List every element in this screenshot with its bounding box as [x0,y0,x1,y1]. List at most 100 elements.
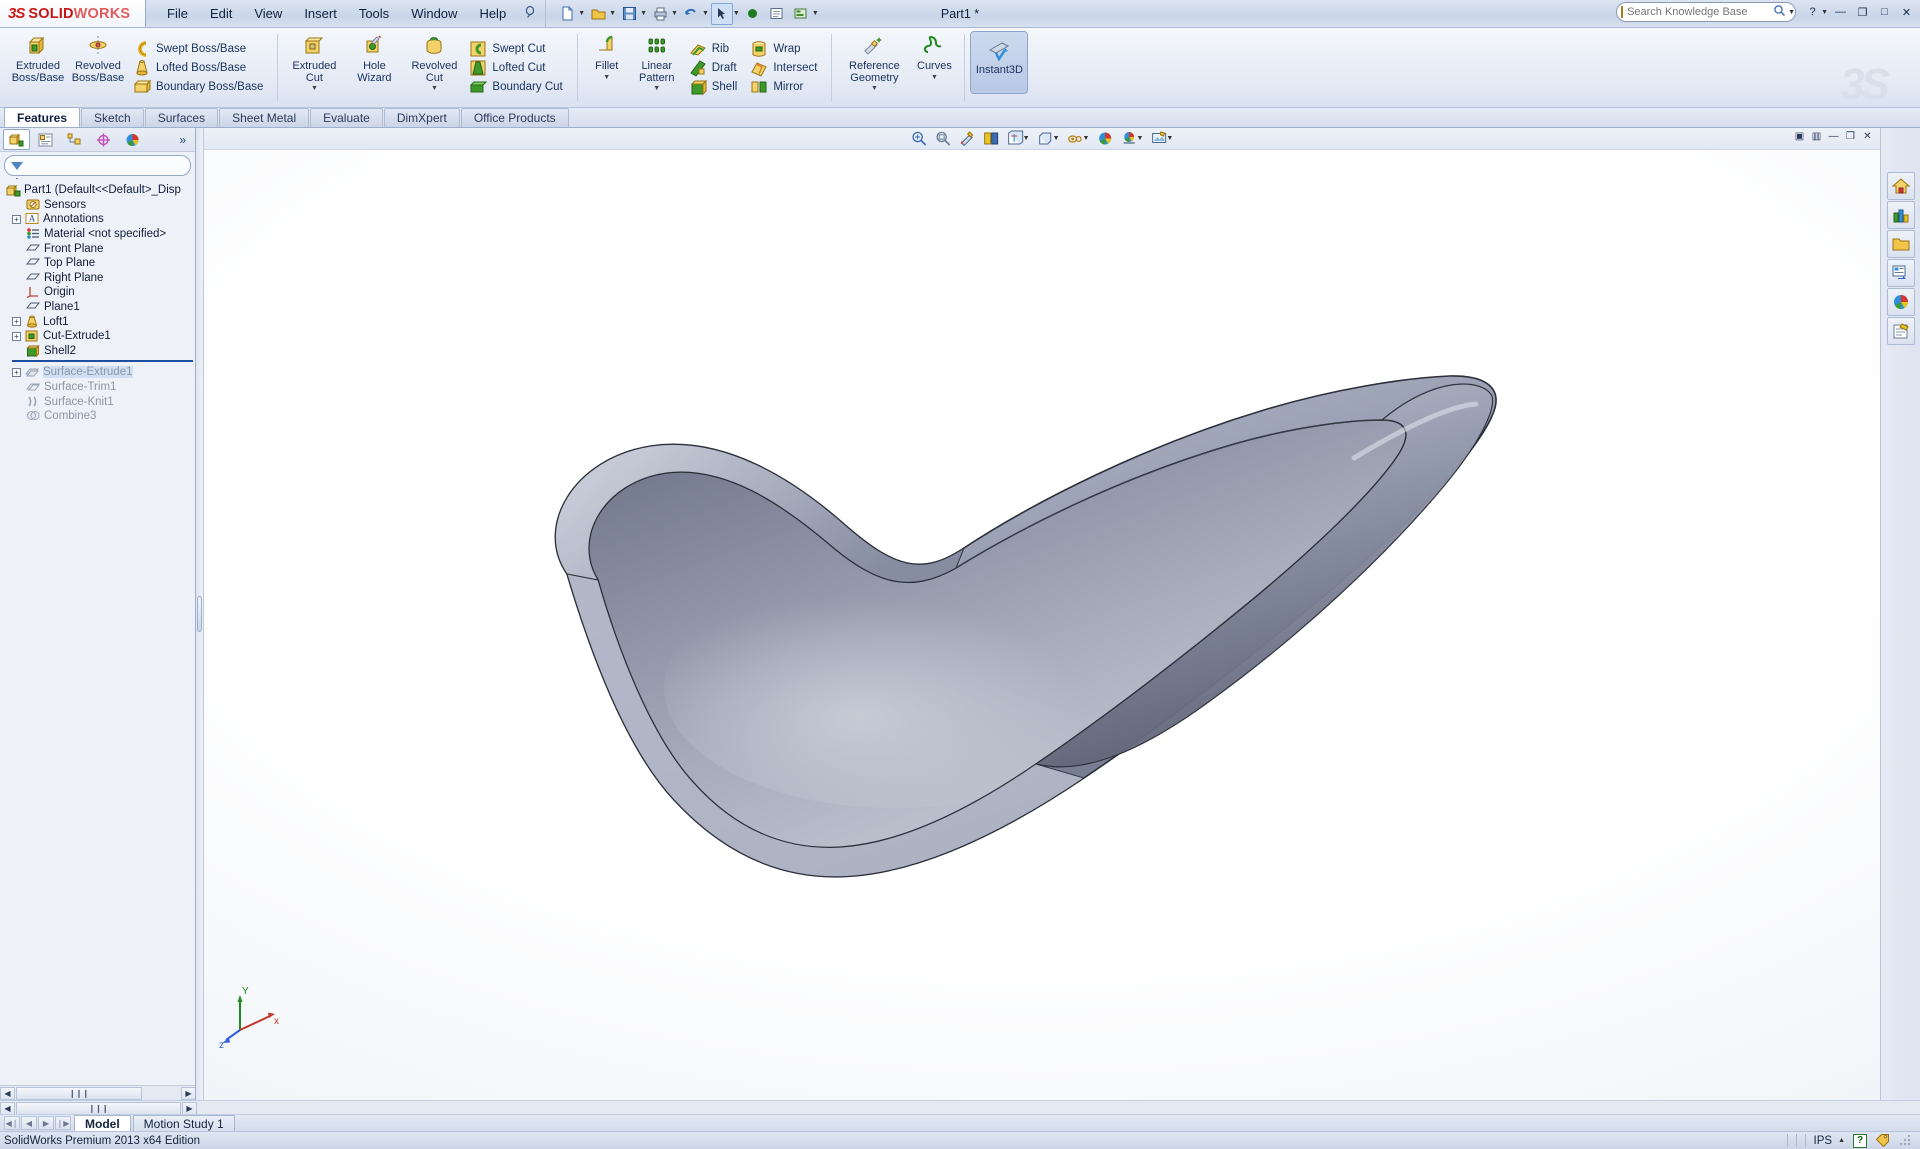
hole-wizard-button[interactable]: Hole Wizard [344,28,404,107]
rib-button[interactable]: Rib [686,39,744,58]
search-icon[interactable] [1773,4,1786,20]
undo-icon[interactable] [680,3,702,25]
hscroll-thumb[interactable]: ❙❙❙ [16,1102,181,1115]
panel-splitter[interactable] [196,128,204,1100]
restore-button[interactable]: ❐ [1853,3,1872,21]
view-orientation-dropdown-caret[interactable]: ▼ [1023,135,1030,142]
panel-tabs-more-button[interactable]: » [179,133,192,147]
tree-item-right-plane[interactable]: Right Plane [12,271,195,286]
tab-model[interactable]: Model [74,1115,131,1131]
tab-surfaces[interactable]: Surfaces [145,108,218,127]
menu-item-edit[interactable]: Edit [199,2,243,25]
search-dropdown-caret[interactable]: ▼ [1788,9,1795,16]
scroll-left-arrow[interactable]: ◀ [0,1087,15,1100]
tree-item-annotations[interactable]: + A Annotations [12,212,195,227]
extruded-cut-button[interactable]: Extruded Cut ▼ [284,28,344,107]
linear-pattern-dropdown-caret[interactable]: ▼ [653,85,660,92]
tab-sketch[interactable]: Sketch [81,108,144,127]
menu-item-file[interactable]: File [156,2,199,25]
swept-boss-base-button[interactable]: Swept Boss/Base [130,39,269,58]
tree-item-origin[interactable]: Origin [12,285,195,300]
tab-office-products[interactable]: Office Products [461,108,569,127]
file-explorer-icon[interactable] [1887,230,1915,258]
undo-dropdown-caret[interactable]: ▼ [702,10,709,17]
section-view-icon[interactable] [981,130,1002,148]
units-indicator[interactable]: IPS [1814,1135,1833,1147]
apply-scene-icon[interactable]: ▼ [1118,130,1145,148]
revolved-boss-base-button[interactable]: Revolved Boss/Base [68,28,128,107]
fillet-dropdown-caret[interactable]: ▼ [603,74,610,81]
view-tile-icon[interactable]: ▥ [1810,130,1823,143]
view-settings-icon[interactable]: ▼ [1148,130,1175,148]
select-arrow-icon[interactable] [711,3,733,25]
expand-toggle[interactable]: + [12,368,21,377]
close-button[interactable]: ✕ [1897,3,1916,21]
open-document-icon[interactable] [587,3,609,25]
last-tab-button[interactable]: ❘▶ [55,1116,71,1130]
expand-toggle[interactable]: + [12,332,21,341]
help-icon[interactable]: ? [1803,3,1822,21]
intersect-button[interactable]: Intersect [747,58,823,77]
expand-toggle[interactable]: + [12,215,21,224]
tree-item-plane1[interactable]: Plane1 [12,300,195,315]
display-style-dropdown-caret[interactable]: ▼ [1053,135,1060,142]
display-manager-tab[interactable] [119,129,146,150]
instant3d-button[interactable]: Instant3D [971,32,1027,93]
next-tab-button[interactable]: ▶ [38,1116,54,1130]
zoom-to-fit-icon[interactable] [909,130,930,148]
lofted-cut-button[interactable]: Lofted Cut [466,58,568,77]
view-minimize-icon[interactable]: — [1827,130,1840,143]
display-style-icon[interactable]: ▼ [1035,130,1062,148]
rebuild-icon[interactable] [742,3,764,25]
help-dropdown-caret[interactable]: ▼ [1821,9,1828,16]
reference-geometry-dropdown-caret[interactable]: ▼ [871,85,878,92]
tab-evaluate[interactable]: Evaluate [310,108,383,127]
tree-item-surface-extrude1[interactable]: + Surface-Extrude1 [12,365,195,380]
scroll-thumb[interactable]: ❙❙❙ [16,1087,142,1100]
shell-button[interactable]: Shell [686,77,744,96]
first-tab-button[interactable]: ◀❘ [4,1116,20,1130]
edit-appearance-icon[interactable] [1094,130,1115,148]
view-palette-icon[interactable] [1887,259,1915,287]
save-dropdown-caret[interactable]: ▼ [640,10,647,17]
expand-toggle[interactable]: + [12,317,21,326]
revolved-cut-dropdown-caret[interactable]: ▼ [431,85,438,92]
feature-manager-tab[interactable] [3,129,30,150]
property-manager-tab[interactable] [32,129,59,150]
previous-tab-button[interactable]: ◀ [21,1116,37,1130]
tree-item-surface-trim1[interactable]: Surface-Trim1 [12,380,195,395]
scroll-right-arrow[interactable]: ▶ [181,1087,195,1100]
reference-geometry-button[interactable]: Reference Geometry ▼ [838,28,910,107]
options-dropdown-caret[interactable]: ▼ [812,10,819,17]
view-settings-dropdown-caret[interactable]: ▼ [1166,135,1173,142]
tree-item-combine3[interactable]: Combine3 [12,409,195,424]
tab-motion-study-1[interactable]: Motion Study 1 [133,1115,235,1131]
tree-item-shell2[interactable]: Shell2 [12,344,195,359]
tab-sheet-metal[interactable]: Sheet Metal [219,108,309,127]
custom-properties-icon[interactable] [1887,317,1915,345]
new-document-icon[interactable] [556,3,578,25]
tree-item-front-plane[interactable]: Front Plane [12,241,195,256]
select-dropdown-caret[interactable]: ▼ [733,10,740,17]
feature-tree-filter[interactable] [4,155,191,176]
feature-tree-horizontal-scrollbar[interactable]: ◀ ❙❙❙ ▶ [0,1085,195,1100]
maximize-button[interactable]: □ [1875,3,1894,21]
solidworks-resources-icon[interactable] [1887,172,1915,200]
tag-icon[interactable] [1875,1132,1890,1149]
tree-root-part1[interactable]: Part1 (Default<<Default>_Disp [6,183,195,198]
linear-pattern-button[interactable]: Linear Pattern ▼ [630,28,684,107]
menu-item-insert[interactable]: Insert [293,2,348,25]
hide-show-dropdown-caret[interactable]: ▼ [1083,135,1090,142]
tree-item-surface-knit1[interactable]: Surface-Knit1 [12,394,195,409]
view-restore-icon[interactable]: ❐ [1844,130,1857,143]
horizontal-scrollbar[interactable]: ◀ ❙❙❙ ▶ [0,1100,1920,1115]
draft-button[interactable]: Draft [686,58,744,77]
revolved-cut-button[interactable]: Revolved Cut ▼ [404,28,464,107]
tree-item-material[interactable]: Material <not specified> [12,227,195,242]
menu-item-window[interactable]: Window [400,2,468,25]
splitter-grip[interactable] [197,596,202,632]
status-help-icon[interactable]: ? [1853,1134,1867,1148]
tree-item-top-plane[interactable]: Top Plane [12,256,195,271]
save-icon[interactable] [618,3,640,25]
hscroll-right-arrow[interactable]: ▶ [182,1102,197,1115]
